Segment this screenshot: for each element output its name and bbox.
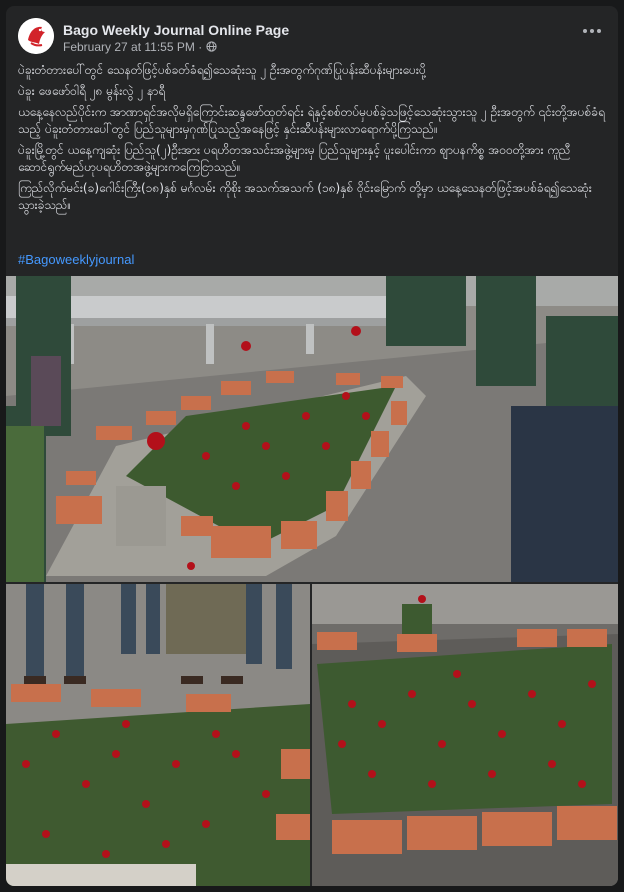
post-paragraph: ပဲခူးတံတားပေါ်တွင် သေနတ်ဖြင့်ပစ်ခတ်ခံရ၍သ… <box>18 63 426 77</box>
post-body: ပဲခူးတံတားပေါ်တွင် သေနတ်ဖြင့်ပစ်ခတ်ခံရ၍သ… <box>18 62 606 218</box>
hashtag-link[interactable]: #Bagoweeklyjournal <box>18 252 134 267</box>
post-paragraph: ပဲခူးမြို့တွင် ယနေ့ကျဆုံး ပြည်သူ(၂)ဦးအား… <box>18 143 571 174</box>
globe-icon <box>205 41 217 52</box>
post-card: Bago Weekly Journal Online Page February… <box>6 6 618 886</box>
post-photo-secondary[interactable] <box>6 584 310 886</box>
page-name[interactable]: Bago Weekly Journal Online Page <box>63 22 289 38</box>
separator-dot: · <box>198 40 206 54</box>
post-paragraph: ကြည်လိုက်မင်း(ခ)ဂေါင်းကြီး(၁၈)နှစ် မင်္ဂ… <box>18 181 592 212</box>
post-paragraph: ယနေ့နေလည်ပိုင်းက အာဏာရှင်အလိုမရှိကြောင်း… <box>18 105 605 136</box>
page-avatar[interactable] <box>18 18 54 54</box>
more-options-icon <box>583 29 601 33</box>
post-photo-tertiary[interactable] <box>312 584 618 886</box>
more-options-button[interactable] <box>578 24 606 44</box>
post-paragraph: ပဲခူး ဖေဖော်ဝါရီ ၂၈ မွန်းလွဲ ၂ နာရီ <box>18 84 166 98</box>
photo-roses-people <box>6 584 310 886</box>
post-time-row: February 27 at 11:55 PM · <box>63 40 217 54</box>
post-photo-main[interactable] <box>6 276 618 582</box>
photo-roses-road <box>312 584 618 886</box>
post-header: Bago Weekly Journal Online Page February… <box>18 18 606 58</box>
post-timestamp[interactable]: February 27 at 11:55 PM <box>63 40 195 54</box>
bird-logo-icon <box>18 18 54 54</box>
photo-roses-bridge <box>6 276 618 582</box>
